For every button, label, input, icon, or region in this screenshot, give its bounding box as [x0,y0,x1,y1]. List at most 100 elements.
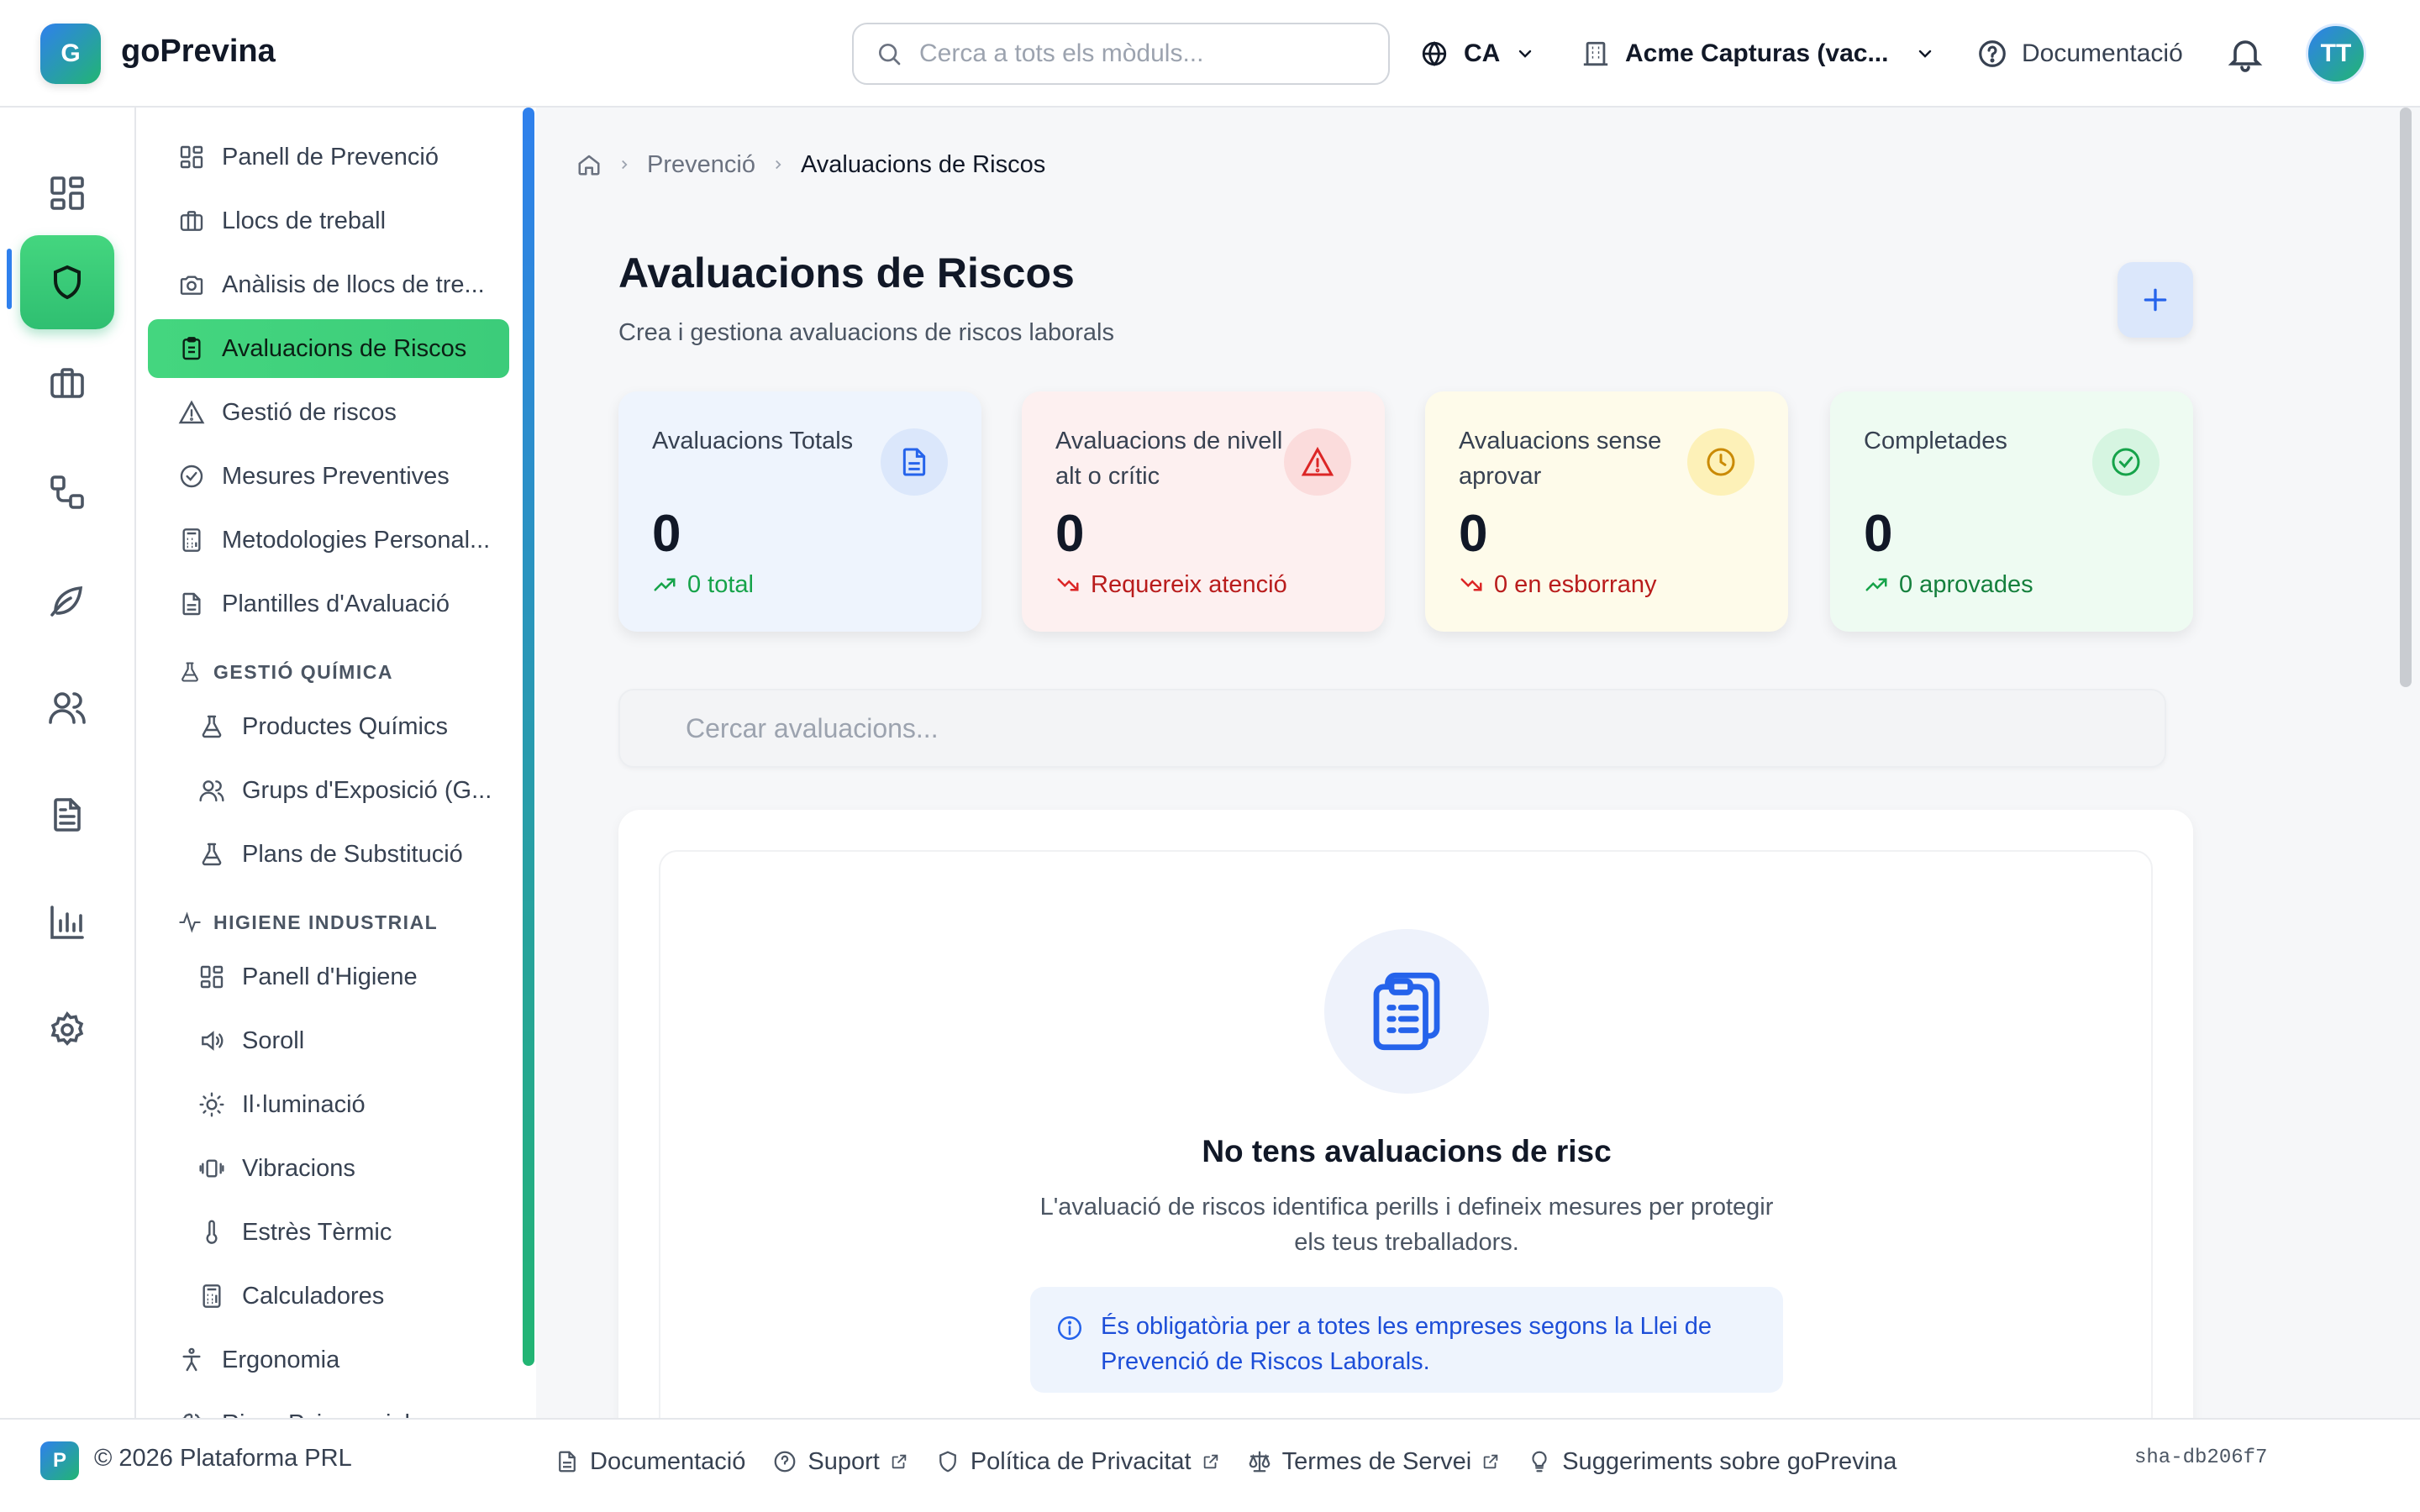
home-icon[interactable] [576,152,602,177]
users-icon [49,692,86,724]
file-icon [902,448,926,476]
stat-card-completed: Completades 0 0 aprovades [1830,391,2193,632]
sidebar-item-label: Avaluacions de Riscos [222,334,467,362]
external-link-icon [1483,1454,1498,1469]
rail-settings[interactable] [20,983,114,1077]
stat-footer-text: 0 aprovades [1899,570,2033,598]
assessment-search-input[interactable]: Cercar avaluacions... [618,689,2166,768]
calculator-icon [182,528,201,552]
sidebar-item-label: Llocs de treball [222,207,387,234]
empty-state-description: L'avaluació de riscos identifica perills… [1039,1194,1774,1256]
sidebar-item-thermal-stress[interactable]: Estrès Tèrmic [148,1203,509,1262]
company-selector[interactable]: Acme Capturas (vac... [1581,34,1935,74]
sidebar-item-label: Riscs Psicosocials [222,1410,423,1419]
globe-icon [1422,41,1447,66]
person-icon [182,1347,201,1372]
file-icon [559,1451,576,1473]
stat-value: 0 [1055,505,1085,563]
stat-icon-wrap [1284,428,1351,496]
breadcrumb-current: Avaluacions de Riscos [800,150,1046,178]
rail-prevention[interactable] [20,235,114,329]
shield-icon [939,1451,956,1473]
rail-people[interactable] [20,660,114,754]
info-icon [1057,1315,1082,1341]
footer-link-privacy[interactable]: Política de Privacitat [935,1448,1220,1476]
sidebar-item-vibrations[interactable]: Vibracions [148,1139,509,1198]
footer-link-support[interactable]: Suport [772,1448,908,1476]
sidebar-item-label: Mesures Preventives [222,462,450,490]
sidebar-item-risk-assessments[interactable]: Avaluacions de Riscos [148,319,509,378]
section-chemical-management: GESTIÓ QUÍMICA [178,655,393,689]
plus-icon [2144,288,2167,312]
sidebar-item-methodologies[interactable]: Metodologies Personal... [148,511,509,570]
sidebar-item-ergonomics[interactable]: Ergonomia [148,1331,509,1389]
documentation-link[interactable]: Documentació [1976,34,2183,74]
sidebar-item-templates[interactable]: Plantilles d'Avaluació [148,575,509,633]
user-avatar[interactable]: TT [2306,24,2366,84]
sidebar-scrollbar[interactable] [523,108,534,1366]
language-selector[interactable]: CA [1420,34,1535,74]
sidebar-item-exposure-groups[interactable]: Grups d'Exposició (G... [148,761,509,820]
rail-environment[interactable] [20,553,114,647]
stat-footer-text: 0 total [687,570,754,598]
footer-link-documentation[interactable]: Documentació [555,1448,745,1476]
main-scrollbar[interactable] [2400,108,2412,687]
sidebar-item-calculators[interactable]: Calculadores [148,1267,509,1326]
flask-icon [202,715,222,738]
sidebar-item-noise[interactable]: Soroll [148,1011,509,1070]
build-version: sha-db206f7 [2134,1446,2268,1469]
footer-link-terms[interactable]: Termes de Servei [1247,1448,1501,1476]
footer-link-suggestions[interactable]: Suggeriments sobre goPrevina [1527,1448,1897,1476]
file-icon [182,592,201,616]
sidebar-item-label: Estrès Tèrmic [242,1218,392,1246]
empty-state-title: No tens avaluacions de risc [1202,1134,1612,1168]
stat-footer-text: Requereix atenció [1091,570,1287,598]
rail-documents[interactable] [20,768,114,862]
app-logo[interactable]: G [40,24,101,84]
sidebar-item-psychosocial[interactable]: Riscs Psicosocials [148,1394,509,1418]
sidebar-item-workplace-analysis[interactable]: Anàlisis de llocs de tre... [148,255,509,314]
footer-copyright: © 2026 Plataforma PRL [94,1445,352,1472]
clipboard-list-icon [1373,972,1440,1051]
footer-links: Documentació Suport Política de Privacit… [555,1443,1897,1480]
sidebar-item-prevention-panel[interactable]: Panell de Prevenció [148,128,509,186]
rail-workflow[interactable] [20,445,114,539]
footer-link-label: Documentació [590,1447,746,1475]
stat-icon-wrap [2092,428,2160,496]
app-name[interactable]: goPrevina [121,34,276,70]
breadcrumb-parent[interactable]: Prevenció [647,151,755,179]
trending-down-icon [1460,578,1482,591]
global-search-input[interactable]: Cerca a tots els mòduls... [852,23,1390,85]
sidebar-item-chemical-products[interactable]: Productes Químics [148,697,509,756]
stat-card-unapproved: Avaluacions sense aprovar 0 0 en esborra… [1425,391,1788,632]
rail-reports[interactable] [20,875,114,969]
sidebar-item-hygiene-panel[interactable]: Panell d'Higiene [148,948,509,1006]
grid-icon [180,145,203,169]
add-assessment-button[interactable] [2118,262,2193,338]
sidebar-item-workplaces[interactable]: Llocs de treball [148,192,509,250]
settings-icon [50,1011,84,1046]
stat-value: 0 [652,505,681,563]
camera-icon [180,276,203,295]
rail-active-indicator [7,249,12,309]
breadcrumb: Prevenció Avaluacions de Riscos [576,148,1045,181]
sidebar-item-lighting[interactable]: Il·luminació [148,1075,509,1134]
check-circle-icon [180,465,203,488]
sidebar-item-label: Metodologies Personal... [222,526,491,554]
sidebar-item-substitution-plans[interactable]: Plans de Substitució [148,825,509,884]
sidebar-item-preventive-measures[interactable]: Mesures Preventives [148,447,509,506]
section-label: HIGIENE INDUSTRIAL [213,911,439,933]
rail-dashboard[interactable] [20,146,114,240]
stat-footer: 0 aprovades [1864,568,2033,601]
sidebar-item-label: Ergonomia [222,1346,340,1373]
bell-icon[interactable] [2225,34,2265,74]
shield-icon [54,265,81,300]
sidebar-item-risk-management[interactable]: Gestió de riscos [148,383,509,442]
document-icon [54,798,81,832]
chevron-right-icon [776,160,781,170]
workflow-icon [50,475,84,509]
help-circle-icon [1979,40,2006,67]
rail-workplaces[interactable] [20,336,114,430]
sidebar-item-label: Plantilles d'Avaluació [222,590,450,617]
top-bar: G goPrevina Cerca a tots els mòduls... C… [0,0,2420,108]
